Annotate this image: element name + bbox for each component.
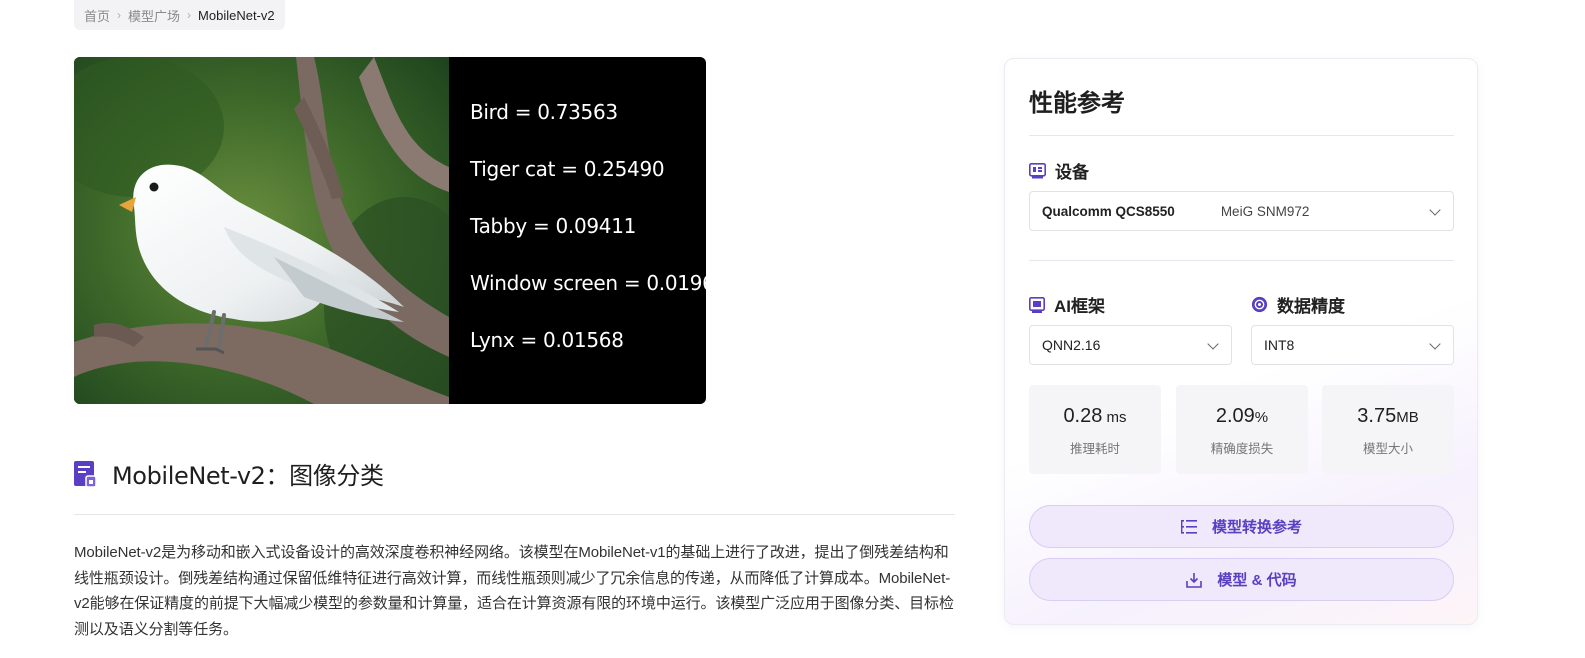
prediction-item: Tabby = 0.09411 — [470, 214, 637, 238]
device-select[interactable]: Qualcomm QCS8550 MeiG SNM972 — [1029, 191, 1454, 231]
target-icon — [1251, 296, 1268, 313]
chevron-right-icon: › — [187, 8, 192, 22]
performance-panel: 性能参考 设备 Qualcomm QCS8550 MeiG SNM972 AI框… — [1004, 58, 1478, 625]
device-chip: Qualcomm QCS8550 — [1042, 203, 1175, 219]
device-label-text: 设备 — [1055, 163, 1089, 182]
model-conversion-button[interactable]: 模型转换参考 — [1029, 505, 1454, 548]
prediction-item: Bird = 0.73563 — [470, 100, 618, 124]
metric-number: 2.09 — [1215, 405, 1255, 427]
metric-label: 模型大小 — [1362, 442, 1413, 456]
metric-accuracy-loss: 2.09% 精确度损失 — [1176, 385, 1308, 474]
metric-number: 3.75 — [1357, 405, 1397, 427]
model-code-button-label: 模型 & 代码 — [1217, 572, 1297, 589]
device-label: 设备 — [1029, 158, 1089, 183]
metric-unit: ms — [1102, 409, 1127, 426]
bird-photo — [74, 57, 449, 404]
device-board: MeiG SNM972 — [1220, 203, 1310, 219]
breadcrumb-models[interactable]: 模型广场 — [128, 6, 180, 25]
framework-label: AI框架 — [1029, 292, 1105, 317]
precision-select[interactable]: INT8 — [1251, 325, 1454, 365]
download-icon — [1186, 572, 1203, 588]
panel-title: 性能参考 — [1029, 90, 1125, 117]
prediction-item: Lynx = 0.01568 — [470, 328, 624, 352]
section-divider — [74, 514, 955, 515]
framework-label-text: AI框架 — [1054, 297, 1105, 316]
model-description: MobileNet-v2是为移动和嵌入式设备设计的高效深度卷积神经网络。该模型在… — [74, 544, 954, 638]
framework-icon — [1029, 296, 1045, 313]
precision-label: 数据精度 — [1251, 292, 1345, 317]
metric-number: 0.28 — [1063, 405, 1103, 427]
page-title: MobileNet-v2：图像分类 — [112, 462, 384, 490]
panel-divider — [1029, 260, 1454, 261]
chip-icon — [1029, 162, 1046, 178]
list-icon — [1180, 519, 1197, 534]
chevron-down-icon — [1429, 204, 1441, 216]
metric-latency: 0.28 ms 推理耗时 — [1029, 385, 1161, 474]
demo-result-image: Bird = 0.73563 Tiger cat = 0.25490 Tabby… — [74, 57, 706, 404]
model-code-button[interactable]: 模型 & 代码 — [1029, 558, 1454, 601]
metric-unit: MB — [1396, 409, 1419, 426]
breadcrumb: 首页 › 模型广场 › MobileNet-v2 — [74, 0, 285, 30]
metric-model-size: 3.75MB 模型大小 — [1322, 385, 1454, 474]
precision-value: INT8 — [1264, 337, 1295, 353]
metric-value: 0.28 ms — [1029, 405, 1161, 428]
precision-label-text: 数据精度 — [1277, 297, 1345, 316]
chevron-right-icon: › — [117, 8, 122, 22]
breadcrumb-current: MobileNet-v2 — [198, 7, 275, 23]
metric-label: 精确度损失 — [1210, 442, 1274, 456]
prediction-item: Window screen = 0.01960 — [470, 271, 706, 295]
chevron-down-icon — [1207, 338, 1219, 350]
prediction-item: Tiger cat = 0.25490 — [470, 157, 665, 181]
metric-unit: % — [1254, 409, 1269, 426]
metric-value: 3.75MB — [1322, 405, 1454, 428]
metric-label: 推理耗时 — [1069, 442, 1120, 456]
document-icon — [74, 460, 96, 487]
framework-value: QNN2.16 — [1042, 337, 1101, 353]
chevron-down-icon — [1429, 338, 1441, 350]
prediction-list: Bird = 0.73563 Tiger cat = 0.25490 Tabby… — [470, 97, 706, 382]
metric-value: 2.09% — [1176, 405, 1308, 428]
model-section-header: MobileNet-v2：图像分类 — [74, 456, 384, 491]
breadcrumb-home[interactable]: 首页 — [84, 6, 110, 25]
panel-divider — [1029, 135, 1454, 136]
framework-select[interactable]: QNN2.16 — [1029, 325, 1232, 365]
model-conversion-button-label: 模型转换参考 — [1211, 519, 1302, 536]
